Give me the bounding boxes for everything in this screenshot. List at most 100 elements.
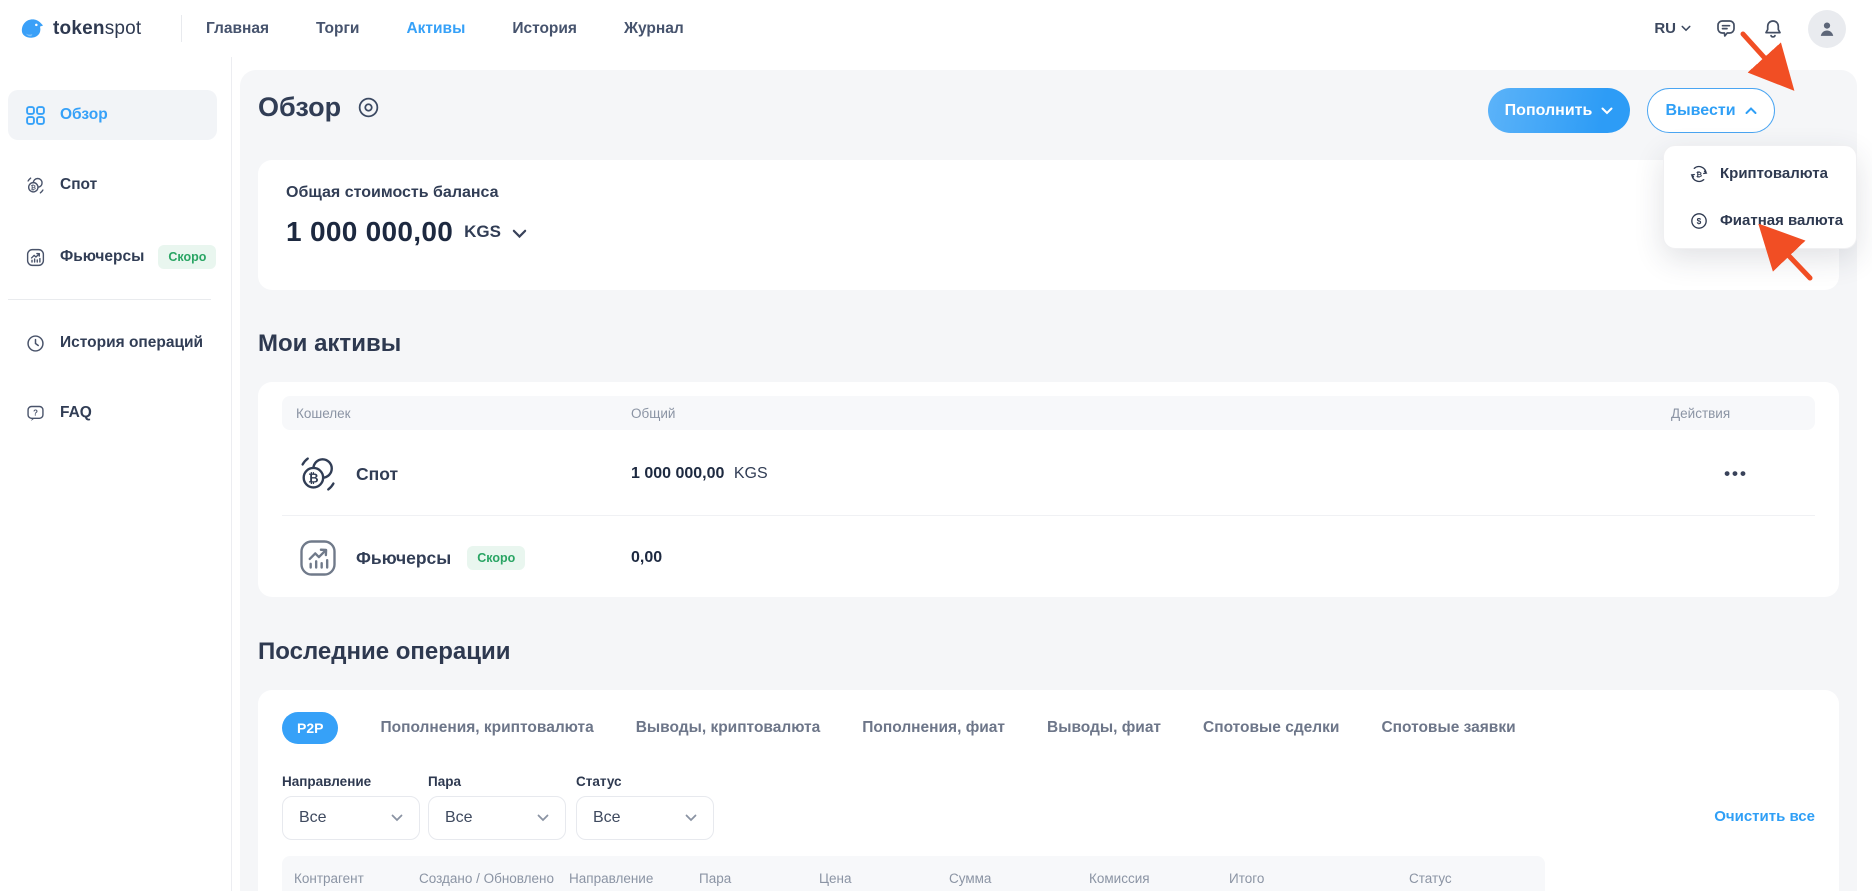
col-total: Итого	[1229, 871, 1409, 886]
soon-badge: Скоро	[158, 245, 216, 269]
filter-label-direction: Направление	[282, 774, 371, 789]
col-direction: Направление	[569, 871, 699, 886]
withdraw-button[interactable]: Вывести	[1647, 88, 1775, 133]
pair-select[interactable]: Все	[428, 796, 566, 840]
spot-coins-icon: ₿	[25, 175, 46, 196]
nav-item-assets[interactable]: Активы	[406, 20, 465, 38]
col-wallet: Кошелек	[296, 406, 631, 421]
col-total: Общий	[631, 406, 1671, 421]
sidebar-item-futures[interactable]: Фьючерсы Скоро	[8, 232, 217, 282]
svg-text:₿: ₿	[31, 183, 37, 191]
col-created-updated: Создано / Обновлено	[419, 871, 569, 886]
tokenspot-logo-icon	[18, 15, 45, 42]
asset-total: 0,00	[631, 549, 662, 566]
balance-amount: 1 000 000,00	[286, 216, 453, 248]
row-actions-menu-button[interactable]: •••	[1671, 464, 1801, 484]
chevron-up-icon	[1745, 107, 1757, 115]
assets-heading: Мои активы	[258, 330, 401, 358]
sidebar-item-label: Обзор	[60, 106, 108, 124]
chevron-down-icon	[537, 814, 549, 822]
status-select[interactable]: Все	[576, 796, 714, 840]
deposit-button[interactable]: Пополнить	[1488, 88, 1630, 133]
tab-spot-orders[interactable]: Спотовые заявки	[1381, 719, 1515, 737]
nav-item-home[interactable]: Главная	[206, 20, 269, 38]
dollar-circle-icon: $	[1689, 211, 1709, 231]
tab-deposits-fiat[interactable]: Пополнения, фиат	[862, 719, 1005, 737]
menu-item-cryptocurrency[interactable]: ₿ Криптовалюта	[1664, 150, 1856, 197]
brand-name-light: spot	[105, 18, 142, 39]
sidebar-item-operations-history[interactable]: История операций	[8, 318, 217, 368]
tab-p2p[interactable]: P2P	[282, 712, 338, 744]
filter-label-pair: Пара	[428, 774, 461, 789]
svg-text:₿: ₿	[308, 470, 318, 485]
chevron-down-icon	[1681, 25, 1691, 32]
user-avatar[interactable]	[1808, 10, 1846, 48]
col-price: Цена	[819, 871, 949, 886]
tab-withdrawals-fiat[interactable]: Выводы, фиат	[1047, 719, 1161, 737]
spot-coins-icon: ₿	[296, 452, 340, 496]
person-icon	[1816, 18, 1838, 40]
svg-text:₿: ₿	[1696, 169, 1702, 178]
clock-icon	[25, 333, 46, 354]
sidebar-item-label: Фьючерсы	[60, 248, 144, 266]
menu-item-fiat-currency[interactable]: $ Фиатная валюта	[1664, 197, 1856, 244]
visibility-eye-icon[interactable]	[356, 95, 381, 120]
deposit-button-label: Пополнить	[1505, 102, 1593, 120]
nav-item-trading[interactable]: Торги	[316, 20, 359, 38]
chevron-down-icon	[391, 814, 403, 822]
operations-heading: Последние операции	[258, 638, 511, 666]
assets-table-card: Кошелек Общий Действия ₿ Спот 1 000 000,…	[258, 382, 1839, 597]
support-chat-icon[interactable]	[1714, 17, 1738, 41]
page-title: Обзор	[258, 92, 341, 123]
svg-text:?: ?	[33, 408, 38, 417]
notifications-bell-icon[interactable]	[1761, 17, 1785, 41]
asset-total: 1 000 000,00	[631, 465, 724, 482]
sidebar-item-faq[interactable]: ? FAQ	[8, 388, 217, 438]
sidebar-item-spot[interactable]: ₿ Спот	[8, 160, 217, 210]
direction-select[interactable]: Все	[282, 796, 420, 840]
row-divider	[282, 515, 1815, 516]
balance-label: Общая стоимость баланса	[286, 184, 499, 202]
sidebar-item-label: FAQ	[60, 404, 92, 422]
brand-logo[interactable]: tokenspot	[18, 0, 141, 57]
header-divider	[181, 15, 182, 42]
tab-deposits-crypto[interactable]: Пополнения, криптовалюта	[380, 719, 593, 737]
language-selector[interactable]: RU	[1654, 20, 1691, 37]
select-value: Все	[299, 809, 327, 827]
futures-chart-icon	[25, 247, 46, 268]
filter-label-status: Статус	[576, 774, 622, 789]
tab-spot-deals[interactable]: Спотовые сделки	[1203, 719, 1339, 737]
assets-table-header: Кошелек Общий Действия	[282, 396, 1815, 430]
chevron-down-icon[interactable]	[512, 229, 527, 239]
nav-item-journal[interactable]: Журнал	[624, 20, 684, 38]
grid-icon	[25, 105, 46, 126]
withdraw-button-label: Вывести	[1665, 102, 1735, 120]
col-commission: Комиссия	[1089, 871, 1229, 886]
chevron-down-icon	[1601, 107, 1613, 115]
wallet-name[interactable]: Спот	[356, 464, 398, 485]
balance-currency: KGS	[464, 222, 501, 242]
col-actions: Действия	[1671, 406, 1801, 421]
sidebar-divider	[8, 299, 211, 300]
wallet-name[interactable]: Фьючерсы	[356, 548, 451, 569]
withdraw-dropdown-menu: ₿ Криптовалюта $ Фиатная валюта	[1663, 145, 1857, 249]
select-value: Все	[445, 809, 473, 827]
sidebar-item-overview[interactable]: Обзор	[8, 90, 217, 140]
clear-all-link[interactable]: Очистить все	[1714, 808, 1815, 825]
select-value: Все	[593, 809, 621, 827]
total-balance-card: Общая стоимость баланса 1 000 000,00 KGS	[258, 160, 1839, 290]
asset-row-futures: Фьючерсы Скоро 0,00	[282, 520, 1815, 596]
header-right-controls: RU	[1654, 0, 1846, 57]
tab-withdrawals-crypto[interactable]: Выводы, криптовалюта	[636, 719, 821, 737]
menu-item-label: Криптовалюта	[1720, 165, 1828, 182]
language-value: RU	[1654, 20, 1676, 37]
top-navigation: Главная Торги Активы История Журнал	[206, 0, 684, 57]
asset-row-spot: ₿ Спот 1 000 000,00 KGS •••	[282, 436, 1815, 512]
asset-currency: KGS	[734, 465, 768, 482]
nav-item-history[interactable]: История	[512, 20, 577, 38]
sidebar: Обзор ₿ Спот Фьючерсы Скоро История опер…	[0, 57, 232, 891]
soon-badge: Скоро	[467, 546, 525, 570]
top-header: tokenspot Главная Торги Активы История Ж…	[0, 0, 1872, 57]
faq-bubble-icon: ?	[25, 403, 46, 424]
sidebar-item-label: История операций	[60, 334, 203, 352]
